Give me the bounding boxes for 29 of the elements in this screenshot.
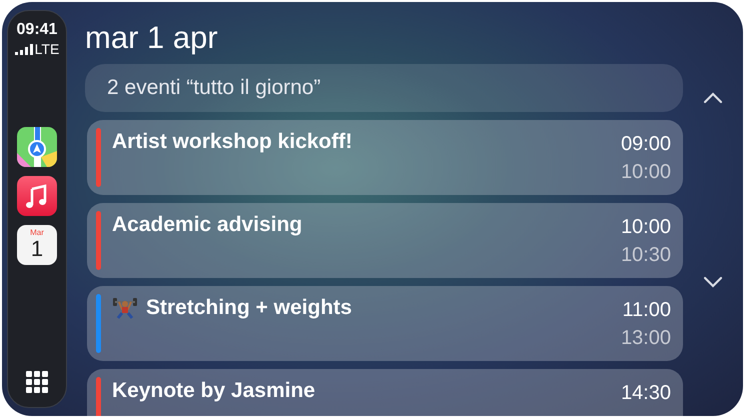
- status-time: 09:41: [16, 21, 58, 39]
- event-end-time: 10:00: [620, 161, 671, 184]
- date-title: mar 1 apr: [85, 20, 219, 56]
- app-icon-month: Mar: [30, 228, 44, 237]
- event-title: Stretching + weights: [146, 296, 352, 320]
- event-start-time: 09:00: [620, 133, 671, 156]
- event-end-time: 10:30: [620, 244, 671, 267]
- event-title: Academic advising: [112, 213, 302, 237]
- event-title: Artist workshop kickoff!: [112, 130, 352, 154]
- map-app-icon[interactable]: [17, 127, 57, 167]
- event-start-time: 10:00: [620, 216, 671, 239]
- event-card[interactable]: Academic advising 10:00 10:30: [87, 203, 683, 278]
- event-title: Keynote by Jasmine: [112, 379, 316, 403]
- scroll-down-icon[interactable]: [703, 276, 723, 288]
- event-end-time: 13:00: [620, 327, 671, 350]
- all-day-events-button[interactable]: 2 eventi “tutto il giorno”: [85, 64, 683, 112]
- calendar-app-icon[interactable]: Mar 1: [17, 225, 57, 265]
- event-card[interactable]: Keynote by Jasmine 14:30: [87, 369, 683, 416]
- network-label: LTE: [34, 41, 60, 57]
- app-grid-icon[interactable]: [26, 371, 48, 393]
- app-icon-day: 1: [30, 237, 44, 261]
- event-card[interactable]: Stretching + weights 11:00 13:00: [87, 286, 683, 361]
- event-card[interactable]: Artist workshop kickoff! 09:00 10:00: [87, 120, 683, 195]
- event-start-time: 14:30: [620, 382, 671, 405]
- signal-icon: [14, 44, 33, 54]
- music-app-icon[interactable]: [17, 176, 57, 216]
- weightlifter-icon: [112, 296, 138, 320]
- event-start-time: 11:00: [622, 299, 671, 322]
- scroll-up-icon[interactable]: [703, 92, 723, 104]
